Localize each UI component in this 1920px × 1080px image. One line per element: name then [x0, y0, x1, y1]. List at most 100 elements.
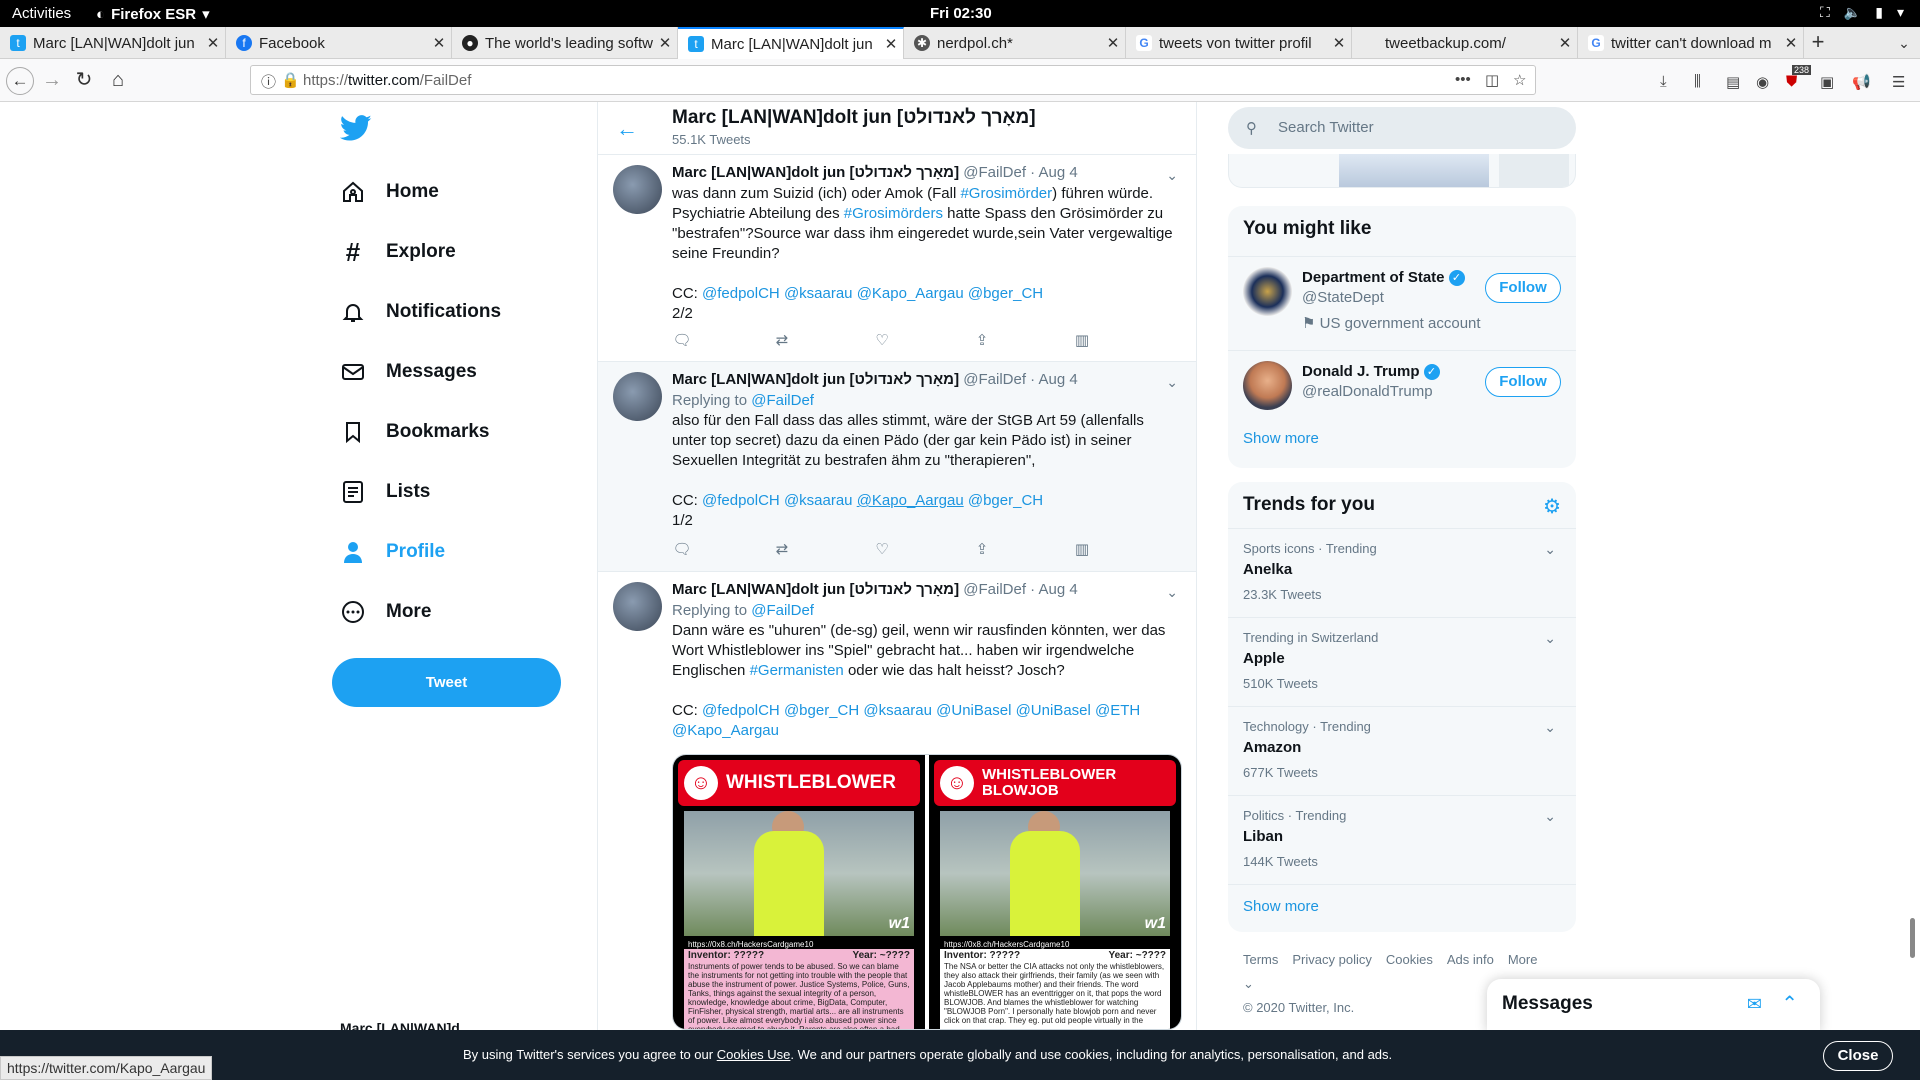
mention-link[interactable]: @fedpolCH	[702, 702, 780, 719]
trend-item[interactable]: Trending in Switzerland Apple 510K Tweets ⌄	[1228, 617, 1576, 706]
account-name[interactable]: Donald J. Trump	[1302, 363, 1420, 380]
extension-icon[interactable]: ▣	[1820, 73, 1834, 91]
system-tray[interactable]: ⛶ 🔈 ▮ ▾	[1820, 4, 1904, 21]
close-icon[interactable]: ✕	[1327, 34, 1351, 52]
expand-chevron-up-icon[interactable]: ⌃	[1781, 991, 1798, 1016]
new-tab-button[interactable]: +	[1804, 27, 1832, 59]
close-icon[interactable]: ✕	[1553, 34, 1577, 52]
author-handle[interactable]: @FailDef	[963, 581, 1026, 598]
mention-link[interactable]: @ksaarau	[784, 492, 853, 509]
settings-gear-icon[interactable]: ⚙	[1543, 494, 1561, 519]
hamburger-menu-icon[interactable]: ☰	[1892, 73, 1905, 91]
mention-link[interactable]: @UniBasel	[1016, 702, 1091, 719]
megaphone-icon[interactable]: 📢	[1852, 73, 1871, 91]
footer-link[interactable]: Privacy policy	[1292, 952, 1371, 967]
new-message-icon[interactable]: ✉	[1747, 994, 1762, 1015]
tweet[interactable]: Marc [LAN|WAN]dolt jun [מאָרך לאנדולט] @…	[598, 572, 1196, 1030]
mention-link[interactable]: @fedpolCH	[702, 285, 780, 302]
show-more-link[interactable]: Show more	[1243, 430, 1319, 447]
retweet-icon[interactable]: ⇄	[772, 540, 792, 560]
messages-drawer[interactable]: Messages ✉ ⌃	[1487, 979, 1820, 1030]
browser-tab[interactable]: tweetbackup.com/ ✕	[1352, 27, 1578, 59]
avatar[interactable]	[613, 582, 662, 631]
tweet-date[interactable]: · Aug 4	[1030, 581, 1078, 598]
trend-item[interactable]: Politics · Trending Liban 144K Tweets ⌄	[1228, 795, 1576, 884]
like-icon[interactable]: ♡	[872, 331, 892, 351]
library-icon[interactable]: ⫼	[1694, 73, 1701, 90]
share-icon[interactable]: ⇪	[972, 540, 992, 560]
mention-link[interactable]: @UniBasel	[936, 702, 1011, 719]
mention-link[interactable]: @FailDef	[751, 602, 814, 619]
close-button[interactable]: Close	[1823, 1041, 1893, 1071]
media-image[interactable]: ☺ WHISTLEBLOWER w1 https://0x8.ch/Hackers…	[673, 755, 925, 1029]
sidebar-item-explore[interactable]: # Explore	[340, 222, 501, 282]
tweet-date[interactable]: · Aug 4	[1030, 164, 1078, 181]
mention-link[interactable]: @bger_CH	[968, 492, 1043, 509]
reload-icon[interactable]: ↻	[70, 67, 98, 95]
hashtag-link[interactable]: #Grosimörder	[960, 185, 1052, 202]
chevron-down-icon[interactable]: ⌄	[1166, 582, 1178, 602]
browser-tab[interactable]: Gtwitter can't download m ✕	[1578, 27, 1804, 59]
hashtag-link[interactable]: #Grosimörders	[844, 205, 943, 222]
mention-link[interactable]: @bger_CH	[968, 285, 1043, 302]
sidebar-item-bookmarks[interactable]: Bookmarks	[340, 402, 501, 462]
footer-link[interactable]: Ads info	[1447, 952, 1494, 967]
browser-tab[interactable]: ✱ nerdpol.ch* ✕	[904, 27, 1126, 59]
account-switcher[interactable]: Marc [LAN|WAN]d	[340, 1020, 460, 1030]
download-icon[interactable]: ⤓	[1660, 73, 1667, 90]
reply-icon[interactable]: 🗨	[672, 331, 692, 351]
follow-suggestion[interactable]: Department of State ✓ @StateDept ⚑ US gov…	[1228, 256, 1576, 346]
media-image[interactable]: ☺ WHISTLEBLOWER BLOWJOB w1 https://0x8.ch…	[929, 755, 1181, 1029]
lock-icon[interactable]: 🔒	[281, 71, 300, 89]
analytics-icon[interactable]: ▥	[1072, 331, 1092, 351]
forward-arrow-icon[interactable]: →	[38, 67, 66, 95]
follow-button[interactable]: Follow	[1485, 273, 1561, 303]
chevron-down-icon[interactable]: ⌄	[1544, 719, 1556, 736]
browser-tab[interactable]: Gtweets von twitter profil ✕	[1126, 27, 1352, 59]
mention-link[interactable]: @FailDef	[751, 392, 814, 409]
show-more-link[interactable]: Show more	[1243, 898, 1319, 915]
bookmark-star-icon[interactable]: ☆	[1513, 71, 1526, 89]
chevron-down-icon[interactable]: ⌄	[1166, 372, 1178, 392]
chevron-down-icon[interactable]: ⌄	[1544, 541, 1556, 558]
mention-link[interactable]: @Kapo_Aargau	[857, 492, 964, 509]
back-arrow-icon[interactable]: ←	[616, 116, 638, 142]
back-arrow-icon[interactable]: ←	[6, 67, 34, 95]
follow-suggestion[interactable]: Donald J. Trump ✓ @realDonaldTrump Follow	[1228, 350, 1576, 425]
mention-link[interactable]: @ETH	[1095, 702, 1140, 719]
close-icon[interactable]: ✕	[879, 35, 903, 53]
sidebar-icon[interactable]: ▤	[1726, 73, 1740, 91]
hashtag-link[interactable]: #Germanisten	[750, 662, 844, 679]
home-icon[interactable]: ⌂	[104, 67, 132, 95]
account-handle[interactable]: @realDonaldTrump	[1302, 383, 1433, 400]
pocket-icon[interactable]: ◫	[1485, 71, 1499, 89]
chevron-down-icon[interactable]: ⌄	[1544, 808, 1556, 825]
page-actions-icon[interactable]: •••	[1455, 71, 1471, 88]
share-icon[interactable]: ⇪	[972, 331, 992, 351]
app-menu[interactable]: ◐ Firefox ESR ▾	[96, 5, 210, 24]
tweet-date[interactable]: · Aug 4	[1030, 371, 1078, 388]
activities-button[interactable]: Activities	[12, 5, 71, 22]
trend-item[interactable]: Sports icons · Trending Anelka 23.3K Tweet…	[1228, 528, 1576, 617]
close-icon[interactable]: ✕	[1101, 34, 1125, 52]
close-icon[interactable]: ✕	[427, 34, 451, 52]
footer-link[interactable]: Terms	[1243, 952, 1278, 967]
url-bar[interactable]: ⓘ 🔒 https://twitter.com/FailDef ••• ◫ ☆	[250, 65, 1536, 95]
trend-item[interactable]: Technology · Trending Amazon 677K Tweets ⌄	[1228, 706, 1576, 795]
tweet-button[interactable]: Tweet	[332, 658, 561, 707]
sidebar-item-home[interactable]: Home	[340, 162, 501, 222]
tweet-media[interactable]: ☺ WHISTLEBLOWER w1 https://0x8.ch/Hackers…	[672, 754, 1182, 1030]
author-name[interactable]: Marc [LAN|WAN]dolt jun [מאָרך לאנדולט]	[672, 581, 959, 598]
author-name[interactable]: Marc [LAN|WAN]dolt jun [מאָרך לאנדולט]	[672, 371, 959, 388]
media-thumbnails[interactable]	[1228, 154, 1576, 188]
author-handle[interactable]: @FailDef	[963, 371, 1026, 388]
mention-link[interactable]: @ksaarau	[784, 285, 853, 302]
chevron-down-icon[interactable]: ⌄	[1544, 630, 1556, 647]
author-name[interactable]: Marc [LAN|WAN]dolt jun [מאָרך לאנדולט]	[672, 164, 959, 181]
avatar[interactable]	[1243, 361, 1292, 410]
extension-icon[interactable]: ◉	[1756, 73, 1769, 91]
tweet[interactable]: Marc [LAN|WAN]dolt jun [מאָרך לאנדולט] @…	[598, 362, 1196, 572]
sidebar-item-messages[interactable]: Messages	[340, 342, 501, 402]
mention-link[interactable]: @fedpolCH	[702, 492, 780, 509]
scrollbar[interactable]	[1910, 918, 1915, 958]
